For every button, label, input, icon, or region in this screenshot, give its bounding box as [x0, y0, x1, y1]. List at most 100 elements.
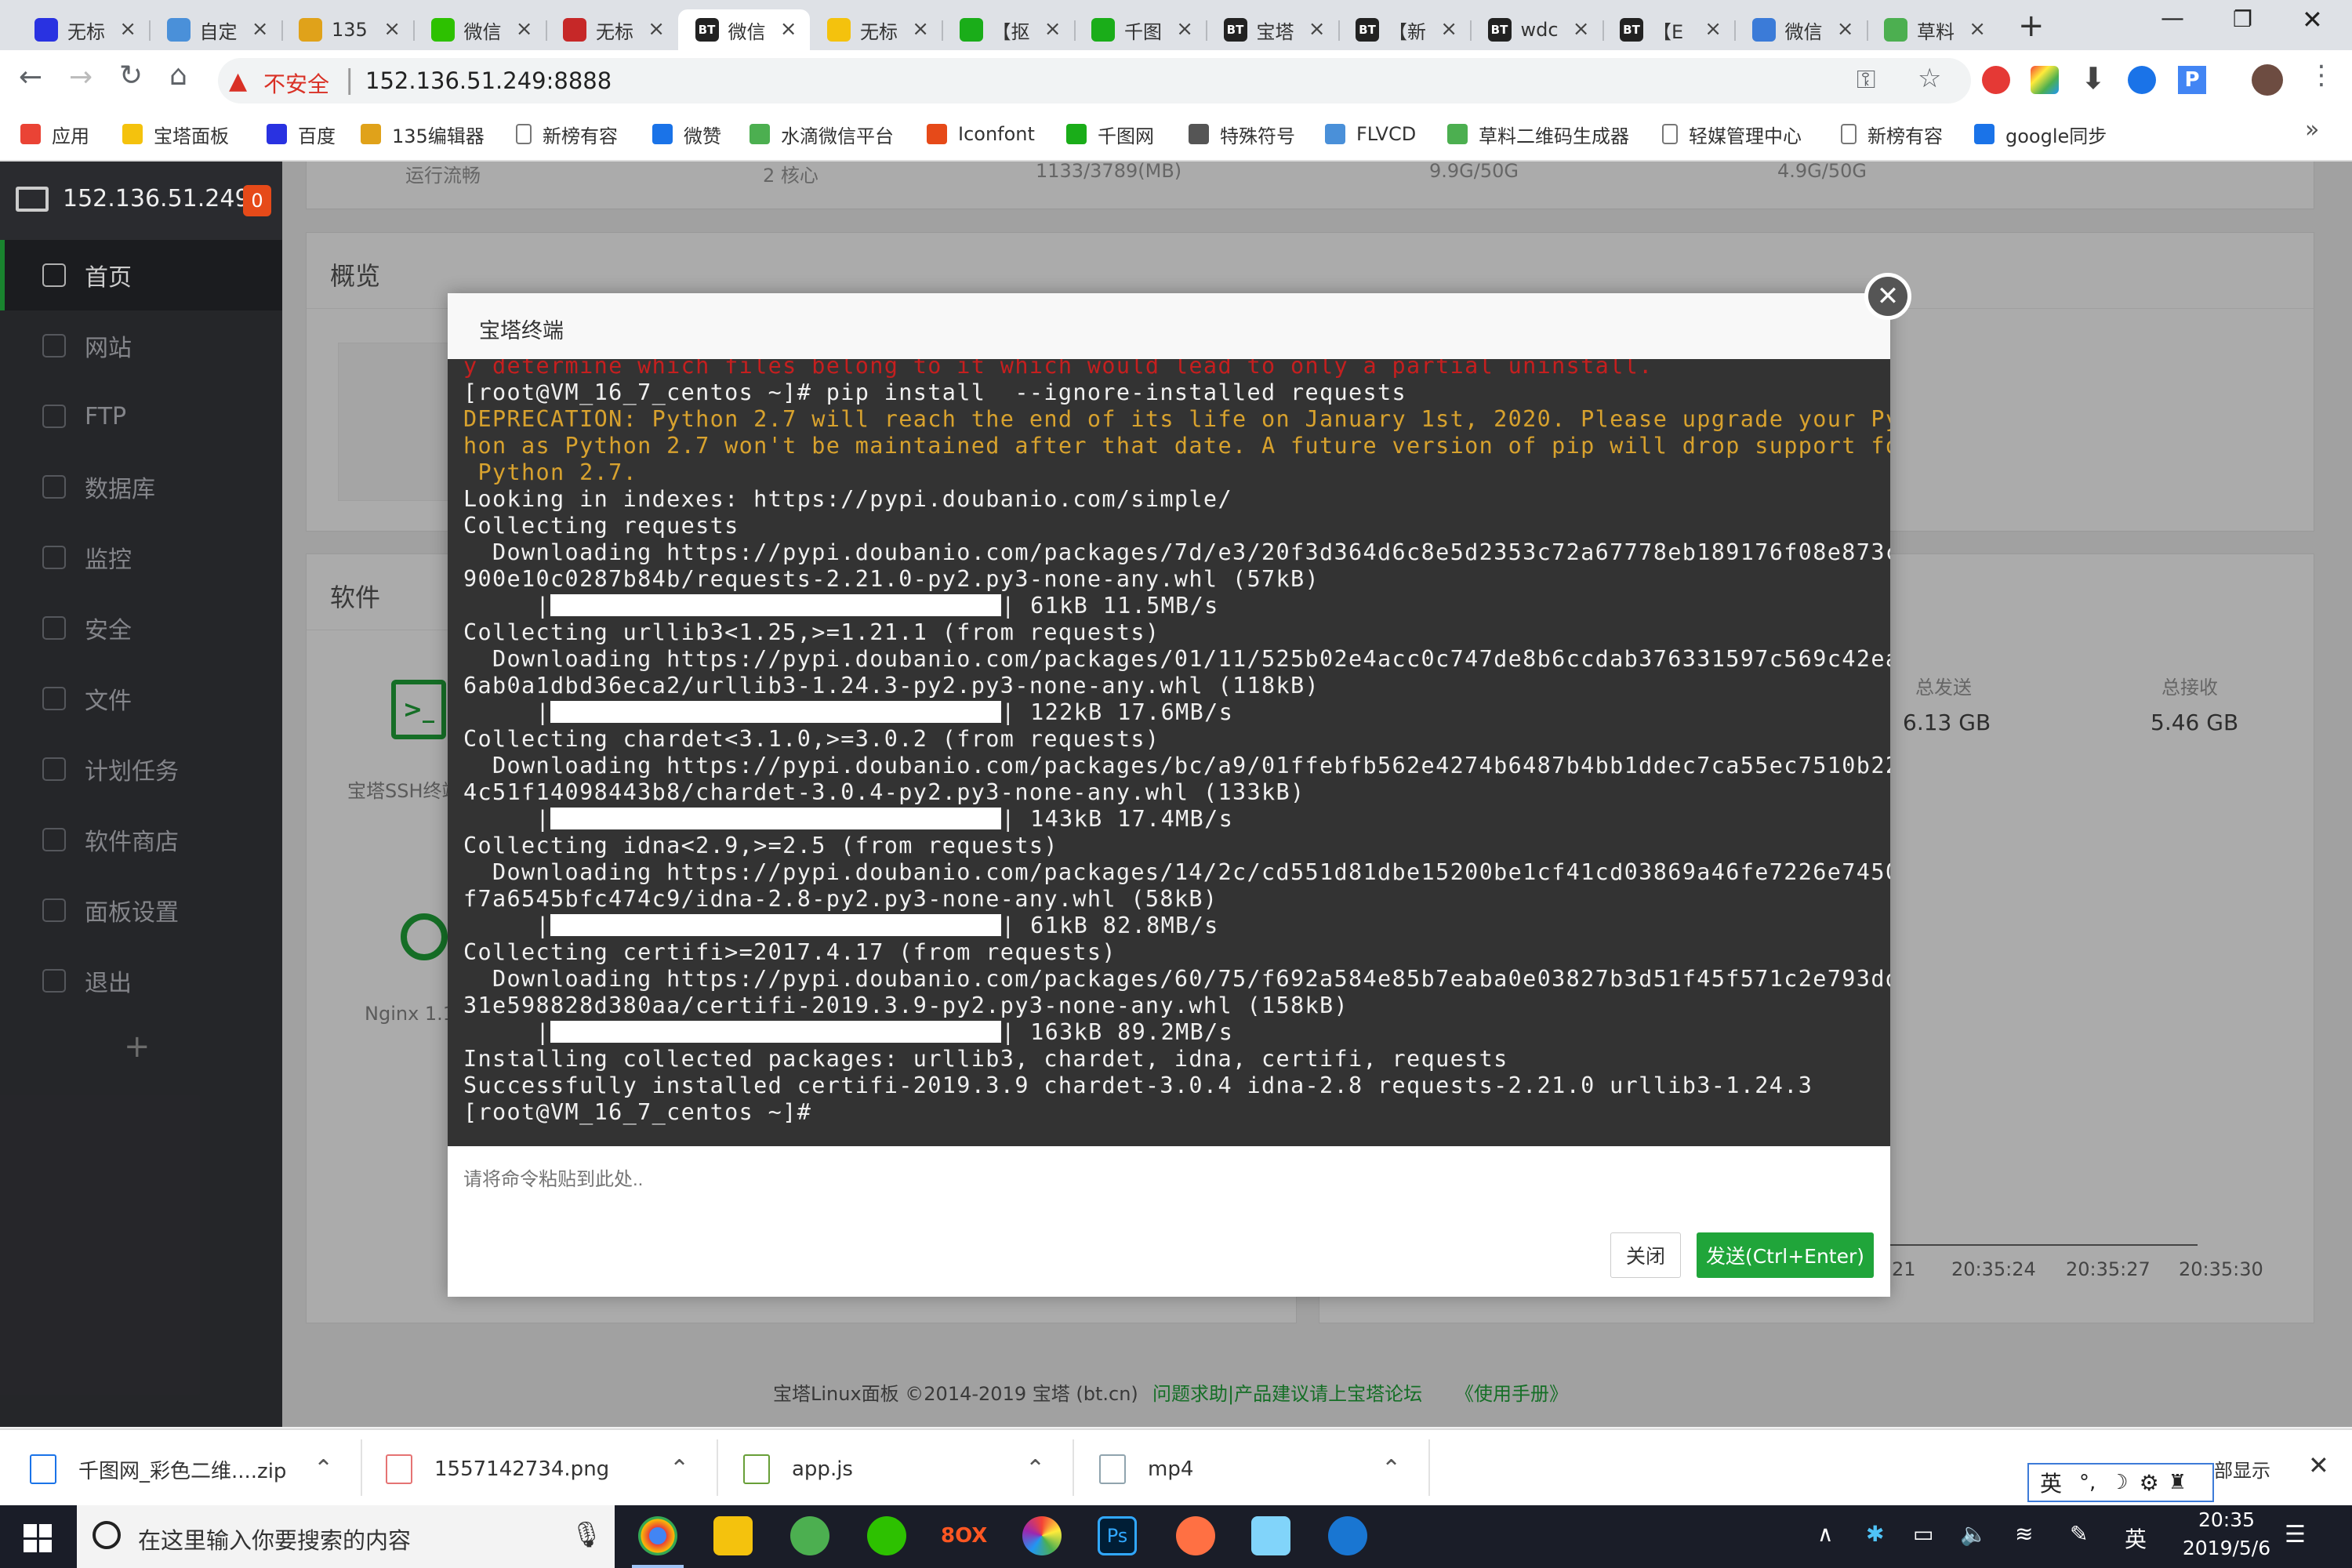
- more-bookmarks[interactable]: »: [2305, 116, 2319, 143]
- close-tab-icon[interactable]: ×: [516, 17, 533, 41]
- wechat-icon[interactable]: [867, 1516, 906, 1555]
- browser-tab[interactable]: BT 【E ×: [1602, 9, 1734, 50]
- bookmark-item[interactable]: 宝塔面板: [122, 116, 229, 152]
- close-dialog-button[interactable]: 关闭: [1610, 1232, 1681, 1278]
- notes-app-icon[interactable]: [1251, 1516, 1290, 1555]
- browser-tab[interactable]: 微信 ×: [414, 9, 546, 50]
- moon-icon[interactable]: ☽: [2110, 1471, 2128, 1494]
- extension-p-icon[interactable]: P: [2178, 66, 2206, 94]
- browser-tab[interactable]: 草料 ×: [1867, 9, 1998, 50]
- new-tab-button[interactable]: +: [2018, 8, 2045, 44]
- wifi-icon[interactable]: ≋: [2015, 1521, 2033, 1547]
- bookmark-item[interactable]: FLVCD: [1325, 116, 1416, 152]
- tray-lang[interactable]: 英: [2125, 1523, 2147, 1554]
- close-tab-icon[interactable]: ×: [1440, 17, 1457, 41]
- star-icon[interactable]: ☆: [1918, 63, 1941, 94]
- clock-date[interactable]: 2019/5/6: [2172, 1537, 2281, 1559]
- close-tab-icon[interactable]: ×: [912, 17, 929, 41]
- chevron-up-icon[interactable]: ⌃: [314, 1455, 333, 1483]
- key-icon[interactable]: ⚿: [1857, 64, 1875, 95]
- browser-tab[interactable]: 无标 ×: [546, 9, 677, 50]
- punctuation-icon[interactable]: °,: [2079, 1471, 2096, 1494]
- bookmark-item[interactable]: Iconfont: [927, 116, 1035, 152]
- close-downloads-icon[interactable]: ✕: [2308, 1450, 2329, 1480]
- bookmark-item[interactable]: 应用: [20, 116, 89, 152]
- taskbar-search[interactable]: 在这里输入你要搜索的内容 🎙: [77, 1505, 615, 1568]
- minimize-icon[interactable]: —: [2161, 5, 2184, 32]
- close-tab-icon[interactable]: ×: [119, 17, 136, 41]
- windows-start-icon[interactable]: [24, 1524, 52, 1552]
- tray-bluetooth-icon[interactable]: ✱: [1866, 1521, 1884, 1547]
- close-tab-icon[interactable]: ×: [1044, 17, 1062, 41]
- browser-tab[interactable]: 【抠 ×: [942, 9, 1074, 50]
- address-bar[interactable]: ▲ 不安全 | 152.136.51.249:8888 ⚿ ☆: [218, 58, 1971, 103]
- close-tab-icon[interactable]: ×: [648, 17, 665, 41]
- close-icon[interactable]: ✕: [1864, 273, 1911, 320]
- ime-toolbar[interactable]: 英 °, ☽ ⚙ ♜: [2027, 1463, 2214, 1502]
- reload-icon[interactable]: ↻: [119, 60, 143, 92]
- close-tab-icon[interactable]: ×: [780, 17, 797, 41]
- browser-tab[interactable]: BT wdc ×: [1471, 9, 1602, 50]
- bookmark-item[interactable]: 微赞: [652, 116, 721, 152]
- weibo-icon[interactable]: [1176, 1516, 1215, 1555]
- browser-tab[interactable]: 无标 ×: [17, 9, 149, 50]
- box-app-icon[interactable]: 8OX: [941, 1524, 987, 1548]
- bookmark-item[interactable]: 135编辑器: [361, 116, 485, 152]
- volume-icon[interactable]: 🔈: [1960, 1521, 1987, 1547]
- back-icon[interactable]: ←: [19, 61, 42, 93]
- browser-tab[interactable]: 千图 ×: [1074, 9, 1206, 50]
- pen-icon[interactable]: ✎: [2070, 1521, 2088, 1547]
- battery-icon[interactable]: ▭: [1913, 1521, 1933, 1547]
- extension-record-icon[interactable]: [1982, 66, 2010, 94]
- browser-tab[interactable]: BT 微信 ×: [677, 9, 810, 50]
- browser-tab[interactable]: 135 ×: [281, 9, 413, 50]
- command-input[interactable]: [448, 1146, 1890, 1232]
- download-item[interactable]: 1557142734.png: [386, 1449, 609, 1490]
- maximize-icon[interactable]: ❐: [2233, 6, 2252, 32]
- message-badge[interactable]: 0: [243, 185, 271, 216]
- bookmark-item[interactable]: 新榜有容: [516, 116, 618, 152]
- close-tab-icon[interactable]: ×: [1308, 17, 1326, 41]
- browser-tab[interactable]: 无标 ×: [810, 9, 942, 50]
- photoshop-icon[interactable]: Ps: [1098, 1516, 1137, 1555]
- forward-icon[interactable]: →: [69, 61, 93, 93]
- close-window-icon[interactable]: ✕: [2302, 5, 2323, 34]
- browser-tab[interactable]: 自定 ×: [150, 9, 281, 50]
- microphone-icon[interactable]: 🎙: [571, 1519, 603, 1549]
- download-item[interactable]: 千图网_彩色二维....zip: [30, 1449, 286, 1490]
- feishu-icon[interactable]: [1328, 1516, 1367, 1555]
- download-item[interactable]: mp4: [1099, 1449, 1193, 1490]
- notification-icon[interactable]: ☰: [2285, 1521, 2306, 1548]
- close-tab-icon[interactable]: ×: [1704, 17, 1722, 41]
- chevron-up-icon[interactable]: ⌃: [670, 1455, 689, 1483]
- close-tab-icon[interactable]: ×: [1837, 17, 1854, 41]
- extension-color-icon[interactable]: [2031, 66, 2059, 94]
- color-picker-icon[interactable]: [1022, 1516, 1062, 1555]
- close-tab-icon[interactable]: ×: [1176, 17, 1193, 41]
- file-explorer-icon[interactable]: [713, 1516, 753, 1555]
- terminal-output[interactable]: y determine which files belong to it whi…: [448, 359, 1890, 1146]
- send-command-button[interactable]: 发送(Ctrl+Enter): [1697, 1232, 1874, 1278]
- close-tab-icon[interactable]: ×: [252, 17, 269, 41]
- bookmark-item[interactable]: 千图网: [1066, 116, 1154, 152]
- show-all-downloads[interactable]: 部显示: [2214, 1455, 2270, 1483]
- bookmark-item[interactable]: 轻媒管理中心: [1662, 116, 1802, 152]
- tray-chevron-icon[interactable]: ∧: [1817, 1521, 1834, 1547]
- bookmark-item[interactable]: 新榜有容: [1841, 116, 1943, 152]
- bookmark-item[interactable]: 百度: [267, 116, 336, 152]
- bookmark-item[interactable]: 草料二维码生成器: [1447, 116, 1629, 152]
- chrome-icon[interactable]: [638, 1516, 677, 1555]
- chevron-up-icon[interactable]: ⌃: [1381, 1455, 1401, 1483]
- chevron-up-icon[interactable]: ⌃: [1025, 1455, 1045, 1483]
- gear-icon[interactable]: ⚙: [2140, 1470, 2159, 1496]
- close-tab-icon[interactable]: ×: [1969, 17, 1986, 41]
- browser-tab[interactable]: BT 宝塔 ×: [1207, 9, 1338, 50]
- profile-avatar[interactable]: [2252, 64, 2283, 96]
- browser-tab[interactable]: 微信 ×: [1735, 9, 1867, 50]
- browser-tab[interactable]: BT 【新 ×: [1338, 9, 1470, 50]
- skin-icon[interactable]: ♜: [2169, 1471, 2187, 1494]
- browser-app-icon[interactable]: [790, 1516, 829, 1555]
- bookmark-item[interactable]: 特殊符号: [1189, 116, 1295, 152]
- bookmark-item[interactable]: 水滴微信平台: [750, 116, 894, 152]
- browser-menu-icon[interactable]: ⋮: [2308, 60, 2335, 91]
